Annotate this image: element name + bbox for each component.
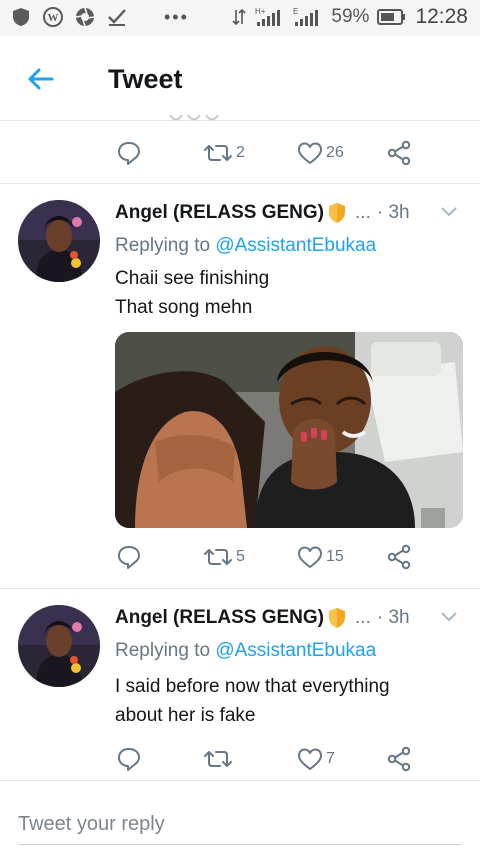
shield-emoji-icon [329,203,346,223]
replying-to-handle[interactable]: @AssistantEbukaa [215,640,376,661]
share-button[interactable] [386,542,412,572]
avatar-image [18,200,100,282]
tweet-actions: 5 15 [0,542,480,572]
retweet-button[interactable]: 2 [203,138,245,168]
tweet-text-line: That song mehn [115,297,253,318]
reply-button[interactable] [116,542,142,572]
svg-text:H+: H+ [255,7,266,16]
author-name[interactable]: Angel (RELASS GENG) [115,607,324,629]
tweet-text-line: Chaii see finishing [115,268,270,289]
tweet-time: · 3h [376,202,410,223]
retweet-count: 2 [236,144,245,161]
signal-h-plus-icon: H+ [255,7,281,26]
share-icon [387,544,411,570]
tweet-actions: 2 26 [0,138,480,168]
svg-text:W: W [48,12,59,24]
wordpress-icon: W [43,7,63,27]
author-name[interactable]: Angel (RELASS GENG) [115,202,324,224]
status-bar: W ••• H+ E 59% 12:28 [0,0,480,36]
tweet-text: Chaii see finishing That song mehn [115,264,460,322]
heart-icon [298,142,322,164]
retweet-icon [204,549,232,565]
arrow-left-icon[interactable] [26,64,56,94]
tweet-text-line: about her is fake [115,705,256,726]
avatar[interactable] [18,605,100,687]
status-bar-right: H+ E 59% 12:28 [231,5,468,29]
reply-icon [118,142,140,165]
replying-to-label: Replying to [115,235,211,256]
shield-emoji-icon [329,608,346,628]
tweet-header: Angel (RELASS GENG) ... · 3h [115,607,410,629]
data-transfer-icon [232,8,246,26]
like-button[interactable]: 26 [297,138,344,168]
status-overflow: ••• [164,6,189,27]
battery-percent: 59% [331,6,370,27]
avatar[interactable] [18,200,100,282]
name-truncation: ... [355,607,371,628]
chevron-down-icon[interactable] [440,611,458,623]
tweet-text: I said before now that everything about … [115,672,460,730]
heart-icon [298,748,322,770]
tweet[interactable]: Angel (RELASS GENG) ... · 3h Replying to… [0,184,480,588]
like-count: 7 [326,750,335,767]
reply-composer [0,780,480,854]
share-icon [387,746,411,772]
status-bar-icons: W ••• [10,6,189,28]
svg-text:E: E [293,7,298,16]
tweet-actions: 7 [0,744,480,774]
reply-input[interactable] [18,805,462,845]
avatar-image [18,605,100,687]
tweet-time: · 3h [376,607,410,628]
share-button[interactable] [386,744,412,774]
truncated-content [169,115,219,121]
retweet-button[interactable]: 5 [203,542,245,572]
reply-button[interactable] [116,744,142,774]
replying-to-label: Replying to [115,640,211,661]
tweet-media[interactable] [115,332,463,528]
reply-button[interactable] [116,138,142,168]
app-bar: Tweet [0,36,480,120]
heart-icon [298,546,322,568]
retweet-button[interactable] [203,744,236,774]
shield-icon [13,8,29,26]
battery-icon [377,9,406,25]
aperture-icon [75,7,95,27]
tweet[interactable]: Angel (RELASS GENG) ... · 3h Replying to… [0,589,480,779]
retweet-count: 5 [236,548,245,565]
like-count: 26 [326,144,344,161]
reply-icon [118,546,140,569]
chevron-down-icon[interactable] [440,206,458,218]
replying-to: Replying to @AssistantEbukaa [115,235,376,257]
checkmark-icon [108,9,126,26]
share-icon [387,140,411,166]
signal-e-icon: E [293,7,319,26]
page-title: Tweet [108,64,183,94]
retweet-icon [204,145,232,161]
previous-tweet[interactable]: 2 26 [0,115,480,184]
status-time: 12:28 [415,5,468,28]
like-button[interactable]: 15 [297,542,344,572]
share-button[interactable] [386,138,412,168]
tweet-text-line: I said before now that everything [115,676,390,697]
replying-to: Replying to @AssistantEbukaa [115,640,376,662]
media-photo [115,332,463,528]
tweet-header: Angel (RELASS GENG) ... · 3h [115,202,410,224]
name-truncation: ... [355,202,371,223]
like-count: 15 [326,548,344,565]
replying-to-handle[interactable]: @AssistantEbukaa [215,235,376,256]
reply-icon [118,748,140,771]
retweet-icon [204,751,232,767]
like-button[interactable]: 7 [297,744,335,774]
